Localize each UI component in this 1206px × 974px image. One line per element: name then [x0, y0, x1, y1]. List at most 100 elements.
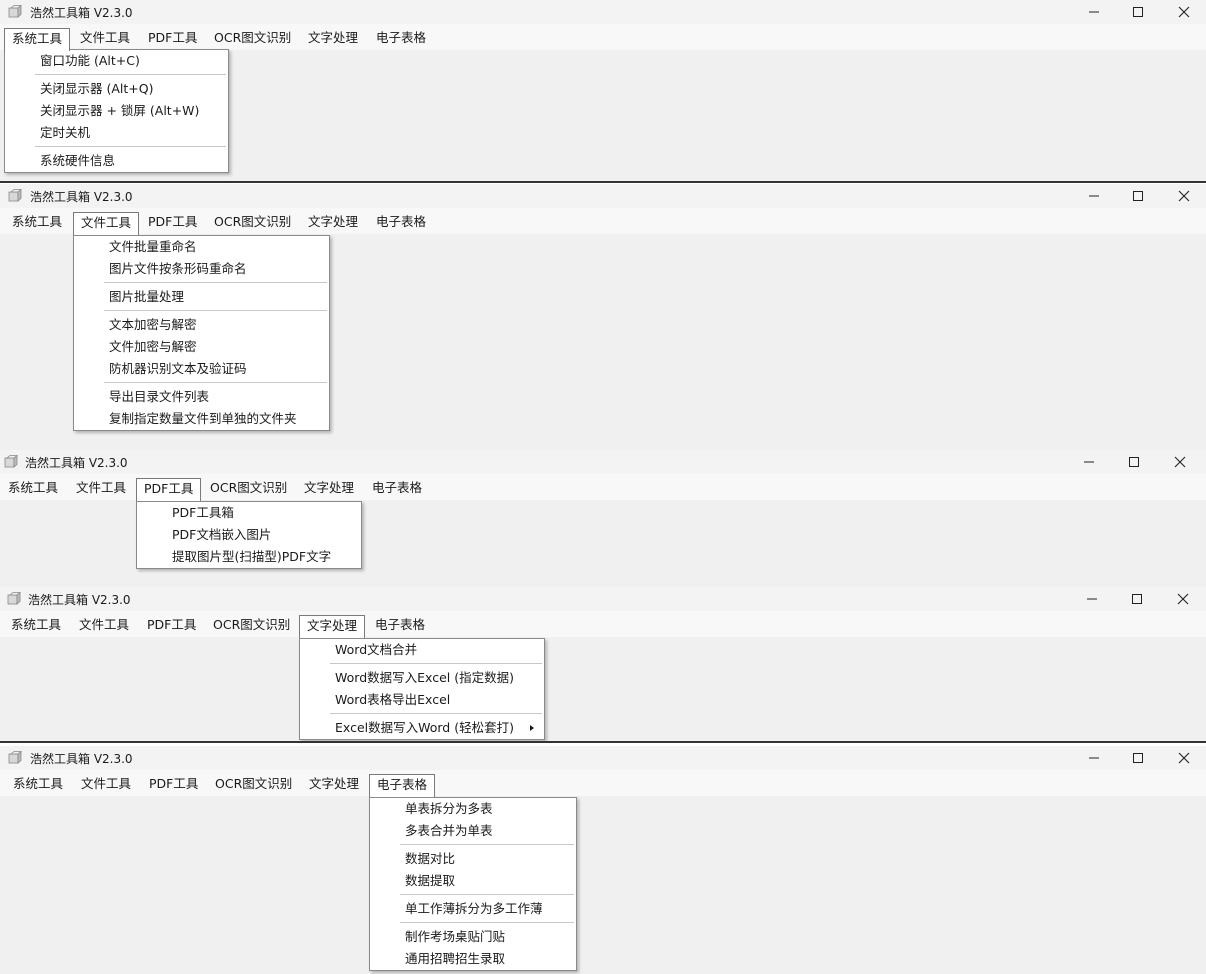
menu-spreadsheet[interactable]: 电子表格 — [364, 478, 430, 500]
title-bar[interactable]: 浩然工具箱 V2.3.0 — [0, 746, 1206, 770]
close-icon — [1178, 6, 1190, 18]
menu-ocr[interactable]: OCR图文识别 — [206, 28, 299, 50]
menu-pdf-tools[interactable]: PDF工具 — [141, 774, 206, 796]
window-file-tools: 浩然工具箱 V2.3.0 系统工具 文件工具 PDF工具 OCR图文识别 文字处… — [0, 184, 1206, 450]
title-bar[interactable]: 浩然工具箱 V2.3.0 — [0, 450, 1206, 474]
dropdown-pdf-tools: PDF工具箱 PDF文档嵌入图片 提取图片型(扫描型)PDF文字 — [136, 501, 362, 569]
menu-spreadsheet[interactable]: 电子表格 — [369, 774, 436, 797]
menu-bar: 系统工具 文件工具 PDF工具 OCR图文识别 文字处理 电子表格 — [0, 24, 1206, 51]
maximize-button[interactable] — [1115, 746, 1161, 770]
menu-item-word-merge[interactable]: Word文档合并 — [300, 639, 544, 661]
menu-item-word-table-export[interactable]: Word表格导出Excel — [300, 689, 544, 711]
menu-item-batch-image[interactable]: 图片批量处理 — [74, 286, 329, 308]
menu-file-tools[interactable]: 文件工具 — [72, 28, 138, 50]
title-bar[interactable]: 浩然工具箱 V2.3.0 — [0, 587, 1206, 611]
close-button[interactable] — [1160, 587, 1206, 611]
menu-item-hardware-info[interactable]: 系统硬件信息 — [5, 150, 228, 172]
menu-item-recruitment[interactable]: 通用招聘招生录取 — [370, 948, 576, 970]
menu-file-tools[interactable]: 文件工具 — [73, 212, 140, 235]
menu-ocr[interactable]: OCR图文识别 — [207, 774, 300, 796]
toolbox-icon — [8, 751, 22, 764]
client-area — [0, 796, 1206, 974]
chevron-right-icon — [530, 725, 534, 731]
menu-pdf-tools[interactable]: PDF工具 — [140, 28, 205, 50]
window-title: 浩然工具箱 V2.3.0 — [30, 190, 133, 204]
menu-item-split-workbook[interactable]: 单工作薄拆分为多工作薄 — [370, 898, 576, 920]
title-bar[interactable]: 浩然工具箱 V2.3.0 — [0, 0, 1206, 24]
window-text-processing: 浩然工具箱 V2.3.0 系统工具 文件工具 PDF工具 OCR图文识别 文字处… — [0, 587, 1206, 742]
menu-file-tools[interactable]: 文件工具 — [68, 478, 134, 500]
menu-ocr[interactable]: OCR图文识别 — [206, 212, 299, 234]
window-title: 浩然工具箱 V2.3.0 — [25, 456, 128, 470]
menu-pdf-tools[interactable]: PDF工具 — [136, 478, 202, 501]
minimize-button[interactable] — [1069, 587, 1115, 611]
menu-item-export-file-list[interactable]: 导出目录文件列表 — [74, 386, 329, 408]
menu-item-exam-labels[interactable]: 制作考场桌贴门贴 — [370, 926, 576, 948]
maximize-icon — [1133, 191, 1143, 201]
window-title: 浩然工具箱 V2.3.0 — [28, 593, 131, 607]
menu-system-tools[interactable]: 系统工具 — [4, 212, 70, 234]
menu-item-window-functions[interactable]: 窗口功能 (Alt+C) — [5, 50, 228, 72]
maximize-icon — [1133, 753, 1143, 763]
menu-system-tools[interactable]: 系统工具 — [4, 28, 71, 51]
menu-bar: 系统工具 文件工具 PDF工具 OCR图文识别 文字处理 电子表格 — [0, 208, 1206, 235]
menu-item-pdf-toolbox[interactable]: PDF工具箱 — [137, 502, 361, 524]
maximize-button[interactable] — [1115, 184, 1161, 208]
menu-file-tools[interactable]: 文件工具 — [73, 774, 139, 796]
menu-bar: 系统工具 文件工具 PDF工具 OCR图文识别 文字处理 电子表格 — [0, 770, 1206, 797]
maximize-button[interactable] — [1114, 587, 1160, 611]
minimize-button[interactable] — [1071, 184, 1117, 208]
menu-spreadsheet[interactable]: 电子表格 — [368, 28, 434, 50]
menu-item-text-encrypt[interactable]: 文本加密与解密 — [74, 314, 329, 336]
maximize-button[interactable] — [1111, 450, 1157, 474]
window-pdf-tools: 浩然工具箱 V2.3.0 系统工具 文件工具 PDF工具 OCR图文识别 文字处… — [0, 450, 1206, 587]
menu-system-tools[interactable]: 系统工具 — [3, 615, 69, 637]
menu-item-batch-rename[interactable]: 文件批量重命名 — [74, 236, 329, 258]
menu-pdf-tools[interactable]: PDF工具 — [140, 212, 205, 234]
menu-file-tools[interactable]: 文件工具 — [71, 615, 137, 637]
menu-item-barcode-rename[interactable]: 图片文件按条形码重命名 — [74, 258, 329, 280]
menu-item-split-sheet[interactable]: 单表拆分为多表 — [370, 798, 576, 820]
menu-item-excel-to-word[interactable]: Excel数据写入Word (轻松套打) — [300, 717, 544, 739]
menu-item-merge-sheets[interactable]: 多表合并为单表 — [370, 820, 576, 842]
menu-system-tools[interactable]: 系统工具 — [5, 774, 71, 796]
menu-item-pdf-extract-text[interactable]: 提取图片型(扫描型)PDF文字 — [137, 546, 361, 568]
menu-text-processing[interactable]: 文字处理 — [301, 774, 367, 796]
toolbox-icon — [8, 5, 22, 18]
close-button[interactable] — [1161, 746, 1206, 770]
minimize-icon — [1089, 195, 1099, 197]
menu-item-scheduled-shutdown[interactable]: 定时关机 — [5, 122, 228, 144]
minimize-button[interactable] — [1071, 746, 1117, 770]
menu-item-word-to-excel[interactable]: Word数据写入Excel (指定数据) — [300, 667, 544, 689]
window-title: 浩然工具箱 V2.3.0 — [30, 752, 133, 766]
menu-item-turn-off-monitor-lock[interactable]: 关闭显示器 + 锁屏 (Alt+W) — [5, 100, 228, 122]
menu-item-file-encrypt[interactable]: 文件加密与解密 — [74, 336, 329, 358]
menu-text-processing[interactable]: 文字处理 — [296, 478, 362, 500]
menu-item-anti-recognition[interactable]: 防机器识别文本及验证码 — [74, 358, 329, 380]
menu-system-tools[interactable]: 系统工具 — [0, 478, 66, 500]
close-button[interactable] — [1161, 0, 1206, 24]
menu-item-data-extract[interactable]: 数据提取 — [370, 870, 576, 892]
menu-item-copy-files[interactable]: 复制指定数量文件到单独的文件夹 — [74, 408, 329, 430]
menu-item-data-compare[interactable]: 数据对比 — [370, 848, 576, 870]
minimize-button[interactable] — [1071, 0, 1117, 24]
close-icon — [1178, 752, 1190, 764]
menu-pdf-tools[interactable]: PDF工具 — [139, 615, 204, 637]
menu-text-processing[interactable]: 文字处理 — [300, 28, 366, 50]
title-bar[interactable]: 浩然工具箱 V2.3.0 — [0, 184, 1206, 208]
menu-ocr[interactable]: OCR图文识别 — [202, 478, 295, 500]
window-spreadsheet: 浩然工具箱 V2.3.0 系统工具 文件工具 PDF工具 OCR图文识别 文字处… — [0, 746, 1206, 974]
close-button[interactable] — [1161, 184, 1206, 208]
menu-text-processing[interactable]: 文字处理 — [300, 212, 366, 234]
menu-item-pdf-embed-image[interactable]: PDF文档嵌入图片 — [137, 524, 361, 546]
menu-spreadsheet[interactable]: 电子表格 — [367, 615, 433, 637]
menu-ocr[interactable]: OCR图文识别 — [205, 615, 298, 637]
menu-text-processing[interactable]: 文字处理 — [299, 615, 366, 638]
minimize-button[interactable] — [1066, 450, 1112, 474]
menu-spreadsheet[interactable]: 电子表格 — [368, 212, 434, 234]
maximize-button[interactable] — [1115, 0, 1161, 24]
close-icon — [1177, 593, 1189, 605]
menu-bar: 系统工具 文件工具 PDF工具 OCR图文识别 文字处理 电子表格 — [0, 611, 1206, 638]
close-button[interactable] — [1157, 450, 1203, 474]
menu-item-turn-off-monitor[interactable]: 关闭显示器 (Alt+Q) — [5, 78, 228, 100]
